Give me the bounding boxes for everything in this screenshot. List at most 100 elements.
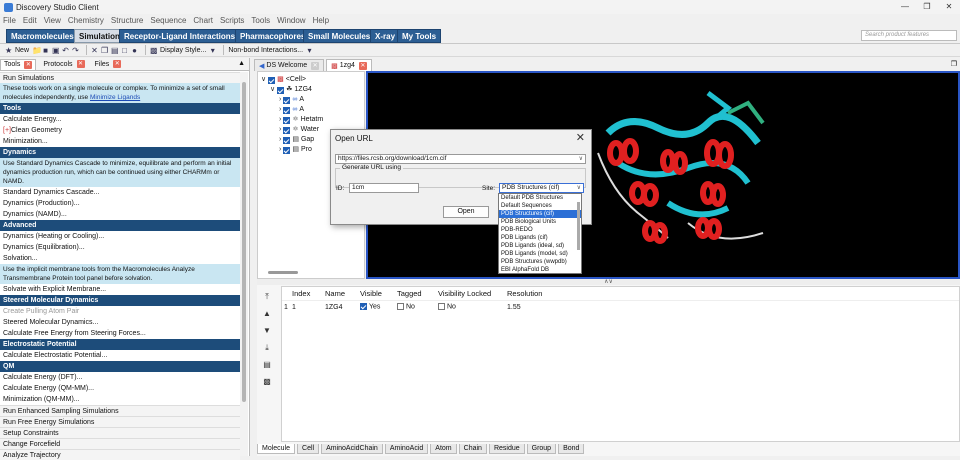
section-enhanced-sampling[interactable]: Run Enhanced Sampling Simulations	[0, 405, 240, 416]
free-energy-steering-tool[interactable]: Calculate Free Energy from Steering Forc…	[0, 328, 240, 339]
tree-item-pro[interactable]: › ▤ Pro	[261, 145, 323, 155]
delete-icon[interactable]: □	[121, 46, 128, 55]
tab-cell[interactable]: Cell	[297, 444, 320, 454]
tab-receptor-ligand[interactable]: Receptor-Ligand Interactions	[119, 29, 241, 43]
site-select[interactable]: PDB Structures (cif) ∨	[499, 183, 584, 193]
dynamics-production-tool[interactable]: Dynamics (Production)...	[0, 198, 240, 209]
open-folder-icon[interactable]: 📁	[32, 46, 42, 55]
open-button[interactable]: Open	[443, 206, 489, 218]
tab-atom[interactable]: Atom	[430, 444, 457, 454]
checkbox[interactable]	[283, 136, 291, 144]
qmmm-energy-tool[interactable]: Calculate Energy (QM-MM)...	[0, 383, 240, 394]
checkbox[interactable]	[283, 96, 291, 104]
menu-tools[interactable]: Tools	[251, 16, 270, 25]
save-icon[interactable]: ■	[42, 46, 49, 55]
steered-md-tool[interactable]: Steered Molecular Dynamics...	[0, 317, 240, 328]
site-option-selected[interactable]: PDB Structures (cif)	[499, 210, 581, 218]
chevron-down-icon[interactable]: ▾	[209, 46, 216, 55]
section-free-energy[interactable]: Run Free Energy Simulations	[0, 416, 240, 427]
table-view-icon[interactable]: ▩	[259, 374, 275, 390]
menu-help[interactable]: Help	[313, 16, 329, 25]
tab-molecule[interactable]: Molecule	[257, 444, 296, 454]
new-button[interactable]: New	[15, 47, 29, 54]
tab-1zg4[interactable]: ▩ 1zg4 ✕	[326, 59, 372, 71]
checkbox[interactable]	[268, 76, 276, 84]
tab-aminoacid[interactable]: AminoAcid	[384, 444, 429, 454]
tree-item-chain-a[interactable]: › ∞ A	[261, 105, 323, 115]
chevron-down-icon[interactable]: ∨	[270, 85, 275, 95]
menu-window[interactable]: Window	[277, 16, 305, 25]
dropdown-scrollbar[interactable]	[577, 202, 580, 250]
site-option[interactable]: EBI AlphaFold DB	[499, 266, 581, 274]
chevron-down-icon[interactable]: ∨	[579, 155, 583, 163]
close-icon[interactable]: ✕	[311, 61, 320, 70]
move-bottom-icon[interactable]: ⤓	[259, 340, 275, 356]
site-option[interactable]: Default Sequences	[499, 202, 581, 210]
menu-chemistry[interactable]: Chemistry	[68, 16, 104, 25]
menu-sequence[interactable]: Sequence	[150, 16, 186, 25]
column-index[interactable]: Index	[292, 289, 325, 298]
url-field[interactable]: https://files.rcsb.org/download/1cm.cif ∨	[335, 154, 586, 164]
menu-file[interactable]: File	[3, 16, 16, 25]
tree-item-chain-a[interactable]: › ∞ A	[261, 95, 323, 105]
tree-item-water[interactable]: › ⚛ Water	[261, 125, 323, 135]
stop-icon[interactable]: ●	[131, 46, 138, 55]
move-up-icon[interactable]: ▲	[259, 306, 275, 322]
checkbox[interactable]	[283, 146, 291, 154]
column-resolution[interactable]: Resolution	[507, 289, 554, 298]
paste-icon[interactable]: ▤	[111, 46, 119, 55]
solvate-membrane-tool[interactable]: Solvate with Explicit Membrane...	[0, 284, 240, 295]
site-option[interactable]: Default PDB Structures	[499, 194, 581, 202]
tab-chain[interactable]: Chain	[458, 444, 487, 454]
cut-icon[interactable]: ✕	[91, 46, 98, 55]
tab-my-tools[interactable]: My Tools	[397, 29, 442, 43]
tab-bond[interactable]: Bond	[558, 444, 585, 454]
chevron-right-icon[interactable]: ›	[279, 105, 281, 115]
minimization-tool[interactable]: Minimization...	[0, 136, 240, 147]
display-style-button[interactable]: Display Style...	[160, 47, 206, 54]
chevron-down-icon[interactable]: ▾	[306, 46, 313, 55]
tagged-checkbox[interactable]	[397, 303, 404, 311]
qmmm-minimization-tool[interactable]: Minimization (QM-MM)...	[0, 394, 240, 405]
site-option[interactable]: PDB Ligands (ideal, sd)	[499, 242, 581, 250]
tab-simulation[interactable]: Simulation	[74, 29, 125, 43]
site-option[interactable]: PDB Ligands (cif)	[499, 234, 581, 242]
move-top-icon[interactable]: ⤒	[259, 289, 275, 305]
cell-visible[interactable]: Yes	[360, 303, 397, 311]
tab-residue[interactable]: Residue	[488, 444, 525, 454]
cell-tagged[interactable]: No	[397, 303, 438, 311]
visible-checkbox[interactable]	[360, 303, 367, 311]
chevron-right-icon[interactable]: ›	[279, 135, 281, 145]
site-option[interactable]: PDB Structures (wwpdb)	[499, 258, 581, 266]
site-option[interactable]: PDB-REDO	[499, 226, 581, 234]
tab-group[interactable]: Group	[526, 444, 557, 454]
pin-icon[interactable]: ▲	[238, 60, 245, 67]
tab-tools[interactable]: Tools ✕	[0, 58, 37, 70]
menu-structure[interactable]: Structure	[111, 16, 143, 25]
tree-item-1zg4[interactable]: ∨ ☘ 1ZG4	[261, 85, 323, 95]
minimize-icon[interactable]: —	[894, 0, 916, 14]
close-icon[interactable]: ✕	[358, 61, 367, 70]
section-forcefield[interactable]: Change Forcefield	[0, 438, 240, 449]
menu-view[interactable]: View	[44, 16, 61, 25]
tab-small-molecules[interactable]: Small Molecules	[303, 29, 376, 43]
save-all-icon[interactable]: ▣	[52, 46, 60, 55]
copy-icon[interactable]: ❐	[101, 46, 108, 55]
section-trajectory[interactable]: Analyze Trajectory	[0, 449, 240, 460]
minimize-ligands-link[interactable]: Minimize Ligands	[90, 94, 140, 101]
checkbox[interactable]	[283, 116, 291, 124]
redo-icon[interactable]: ↷	[72, 46, 79, 55]
clean-geometry-tool[interactable]: [+]Clean Geometry	[0, 125, 240, 136]
tab-aminoacidchain[interactable]: AminoAcidChain	[321, 444, 383, 454]
maximize-icon[interactable]: ❐	[916, 0, 938, 14]
electrostatic-tool[interactable]: Calculate Electrostatic Potential...	[0, 350, 240, 361]
tree-item-hetatm[interactable]: › ⚛ Hetatm	[261, 115, 323, 125]
dynamics-namd-tool[interactable]: Dynamics (NAMD)...	[0, 209, 240, 220]
close-icon[interactable]: ✕	[24, 60, 33, 69]
checkbox[interactable]	[283, 106, 291, 114]
section-constraints[interactable]: Setup Constraints	[0, 427, 240, 438]
close-icon[interactable]: ✕	[113, 60, 122, 68]
column-tagged[interactable]: Tagged	[397, 289, 438, 298]
dynamics-heating-tool[interactable]: Dynamics (Heating or Cooling)...	[0, 231, 240, 242]
table-row[interactable]: 1 1 1ZG4 Yes No No 1.55	[282, 300, 959, 313]
